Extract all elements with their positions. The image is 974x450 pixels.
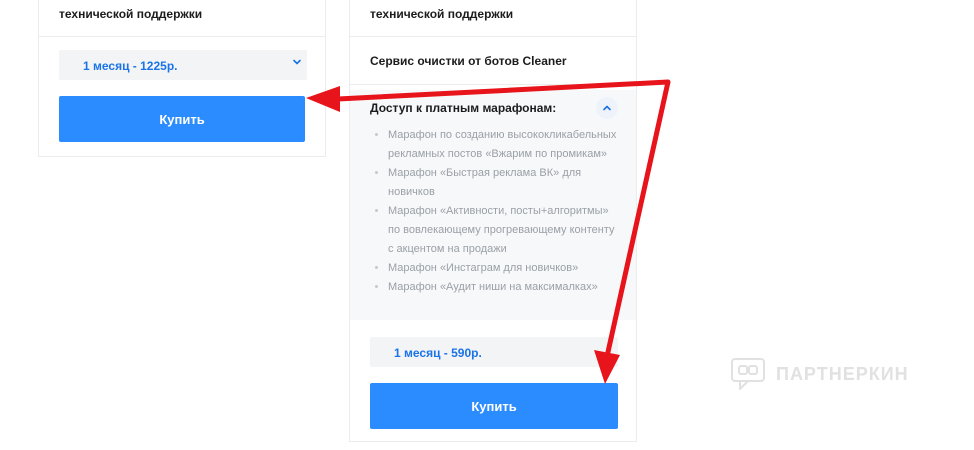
watermark-text: ПАРТНЕРКИН [776, 363, 909, 384]
marathons-list: Марафон по созданию высококликабельных р… [368, 126, 618, 297]
plan-select[interactable]: 1 месяц - 590р. [370, 337, 618, 367]
watermark: ПАРТНЕРКИН [730, 357, 930, 391]
cleaner-service-text: Сервис очистки от ботов Cleaner [370, 54, 567, 68]
buy-button[interactable]: Купить [370, 383, 618, 429]
divider [39, 36, 325, 37]
marathons-title[interactable]: Доступ к платным марафонам: [370, 101, 556, 115]
buy-button[interactable]: Купить [59, 96, 305, 142]
divider [350, 84, 636, 85]
divider [350, 36, 636, 37]
support-text: технической поддержки [370, 7, 514, 21]
tariff-card-right: технической поддержки Сервис очистки от … [349, 0, 637, 442]
list-item: Марафон по созданию высококликабельных р… [388, 126, 618, 164]
plan-select[interactable]: 1 месяц - 1225р. [59, 50, 307, 80]
list-item: Марафон «Инстаграм для новичков» [388, 259, 618, 278]
chevron-up-icon [603, 105, 611, 111]
list-item: Марафон «Быстрая реклама ВК» для новичко… [388, 164, 618, 202]
list-item: Марафон «Активности, посты+алгоритмы» по… [388, 202, 618, 259]
support-text: технической поддержки [59, 7, 203, 21]
chevron-down-icon [293, 59, 301, 65]
watermark-logo-icon [731, 358, 765, 390]
plan-select-value: 1 месяц - 1225р. [83, 59, 178, 73]
list-item: Марафон «Аудит ниши на максималках» [388, 278, 618, 297]
collapse-toggle[interactable] [596, 97, 618, 119]
plan-select-value: 1 месяц - 590р. [394, 346, 482, 360]
tariff-card-left: технической поддержки 1 месяц - 1225р. К… [38, 0, 326, 157]
